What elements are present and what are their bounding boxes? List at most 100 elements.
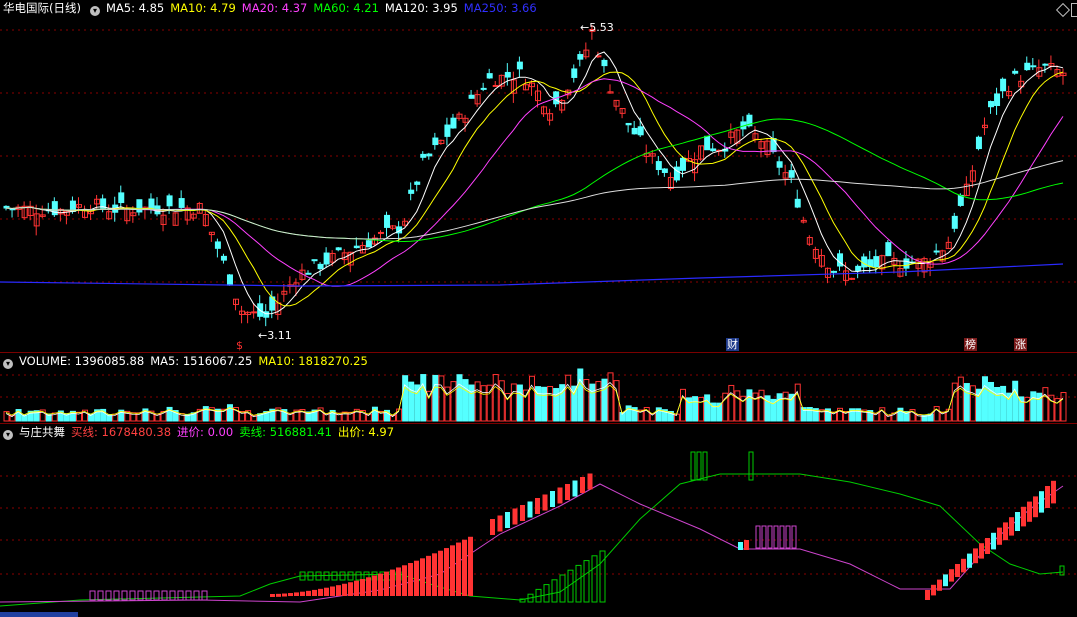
- buy-signal-bar: [1045, 486, 1050, 508]
- buy-signal-bar: [378, 573, 383, 596]
- candle-body: [444, 124, 451, 137]
- volume-settings-icon[interactable]: ▾: [3, 359, 13, 369]
- volume-bar: [969, 385, 976, 422]
- indicator-chart[interactable]: [0, 424, 1077, 617]
- candle-body: [601, 59, 608, 67]
- buy-signal-bar: [542, 494, 548, 511]
- buy-signal-bar: [390, 569, 395, 596]
- buy-signal-bar: [949, 569, 954, 582]
- buy-signal-bar: [462, 539, 467, 596]
- buy-signal-bar: [456, 542, 461, 596]
- buy-signal-bar: [1021, 506, 1026, 527]
- ma60-line: [5, 118, 1064, 243]
- volume-header: ▾ VOLUME: 1396085.88 MA5: 1516067.25 MA10: …: [0, 353, 374, 369]
- volume-bar: [341, 411, 348, 422]
- candle-body: [480, 87, 487, 90]
- candle-body: [1012, 70, 1019, 74]
- volume-bar: [595, 381, 602, 422]
- entry-signal-bar: [97, 590, 104, 601]
- buy-signal-bar: [937, 579, 942, 591]
- volume-bar: [963, 383, 970, 422]
- buy-signal-bar: [1015, 512, 1020, 531]
- buy-signal-bar: [300, 591, 305, 596]
- volume-bar: [420, 374, 427, 422]
- candle-body: [994, 93, 1001, 106]
- buy-signal-bar: [738, 542, 743, 550]
- candle-body: [166, 195, 173, 207]
- volume-bar: [559, 384, 566, 422]
- candle-body: [873, 256, 880, 268]
- volume-bar: [402, 375, 409, 422]
- candle-body: [957, 194, 964, 206]
- entry-signal-bar: [185, 590, 192, 601]
- buy-signal-bar: [979, 543, 984, 559]
- volume-bar: [226, 404, 233, 422]
- buy-signal-bar: [1033, 496, 1038, 518]
- buy-signal-bar: [438, 550, 443, 596]
- volume-bar: [1030, 391, 1037, 422]
- buy-signal-bar: [1027, 501, 1032, 522]
- candle-body: [577, 54, 584, 60]
- entry-signal-bar: [767, 525, 773, 549]
- volume-bar: [480, 385, 487, 422]
- candle-body: [432, 137, 439, 146]
- buy-signal-bar: [527, 501, 533, 518]
- candle-body: [975, 136, 982, 150]
- candle-body: [655, 161, 662, 171]
- candlestick-chart[interactable]: [0, 0, 1077, 352]
- candle-body: [414, 181, 421, 185]
- candle-body: [486, 73, 493, 79]
- volume-bar: [528, 375, 535, 422]
- event-tag-ranking[interactable]: 榜: [964, 338, 977, 351]
- low-price-marker: ←3.11: [258, 329, 292, 342]
- buy-signal-bar: [444, 548, 449, 596]
- buy-signal-bar: [270, 594, 275, 597]
- buy-signal-bar: [973, 548, 978, 564]
- indicator-pane[interactable]: ▾ 与庄共舞 买线: 1678480.38 进价: 0.00 卖线: 516881.41…: [0, 424, 1077, 617]
- sell-signal-bar: [355, 571, 362, 581]
- event-tag-limit-up[interactable]: 涨: [1014, 338, 1027, 351]
- event-tag-finance[interactable]: 财: [726, 338, 739, 351]
- entry-signal-bar: [755, 525, 761, 549]
- volume-bar: [492, 374, 499, 422]
- candle-body: [220, 255, 227, 261]
- volume-pane[interactable]: ▾ VOLUME: 1396085.88 MA5: 1516067.25 MA10: …: [0, 353, 1077, 423]
- volume-bar: [1042, 387, 1049, 422]
- candle-body: [468, 94, 475, 99]
- candle-body: [1000, 78, 1007, 92]
- candle-body: [770, 138, 777, 153]
- buy-signal-bar: [580, 477, 585, 493]
- buy-signal-bar: [985, 538, 990, 554]
- high-price-marker: ←5.53: [580, 21, 614, 34]
- candle-body: [1024, 62, 1031, 71]
- buy-signal-bar: [324, 587, 329, 596]
- expand-handle-icon[interactable]: [1071, 3, 1077, 17]
- buy-signal-bar: [420, 558, 425, 596]
- volume-bar: [438, 375, 445, 422]
- volume-bar: [734, 390, 741, 422]
- price-pane[interactable]: 华电国际(日线) ▾ MA5: 4.85 MA10: 4.79 MA20: 4.37 MA…: [0, 0, 1077, 352]
- candle-body: [353, 245, 360, 249]
- buy-signal-bar: [468, 536, 473, 596]
- entry-price-value: 进价: 0.00: [177, 425, 234, 439]
- indicator-settings-icon[interactable]: ▾: [3, 430, 13, 440]
- buy-signal-bar: [312, 589, 317, 596]
- event-tag-dollar[interactable]: $: [235, 339, 244, 352]
- buy-signal-bar: [490, 519, 495, 535]
- buy-signal-bar: [318, 588, 323, 596]
- buy-signal-bar: [342, 583, 347, 596]
- candle-body: [625, 122, 632, 126]
- sell-signal-bar: [551, 579, 558, 603]
- volume-bar: [474, 381, 481, 422]
- settings-toggle-icon[interactable]: ▾: [89, 6, 100, 16]
- ma5-value: MA5: 4.85: [105, 1, 165, 15]
- buy-signal-bar: [450, 545, 455, 596]
- bottom-tab[interactable]: [0, 612, 78, 617]
- exit-price-value: 出价: 4.97: [337, 425, 395, 439]
- entry-signal-bar: [153, 590, 160, 601]
- sell-signal-bar: [331, 571, 338, 581]
- buy-signal-bar: [276, 593, 281, 597]
- volume-bar: [577, 368, 584, 422]
- volume-bar: [408, 381, 415, 422]
- volume-bar: [679, 388, 686, 422]
